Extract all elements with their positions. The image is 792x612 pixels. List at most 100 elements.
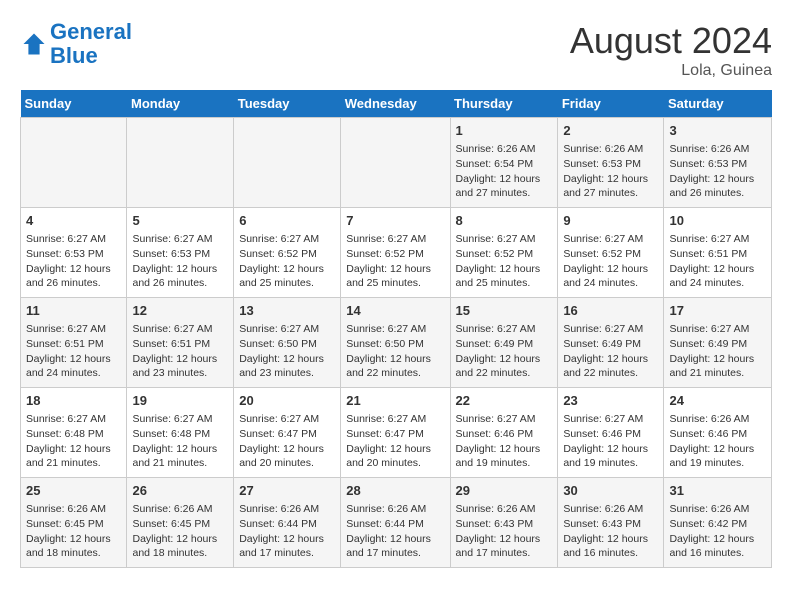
calendar-week-row: 18 Sunrise: 6:27 AM Sunset: 6:48 PM Dayli… xyxy=(21,388,772,478)
logo-line1: General xyxy=(50,19,132,44)
day-number: 23 xyxy=(563,392,658,410)
day-of-week-header: Saturday xyxy=(664,90,772,118)
day-number: 11 xyxy=(26,302,121,320)
calendar-day-cell: 24 Sunrise: 6:26 AM Sunset: 6:46 PM Dayli… xyxy=(664,388,772,478)
day-number: 28 xyxy=(346,482,444,500)
logo: General Blue xyxy=(20,20,132,68)
day-number: 26 xyxy=(132,482,228,500)
day-of-week-header: Thursday xyxy=(450,90,558,118)
day-info: Sunrise: 6:27 AM Sunset: 6:47 PM Dayligh… xyxy=(239,412,335,471)
calendar-day-cell: 31 Sunrise: 6:26 AM Sunset: 6:42 PM Dayli… xyxy=(664,478,772,568)
calendar-day-cell: 18 Sunrise: 6:27 AM Sunset: 6:48 PM Dayli… xyxy=(21,388,127,478)
day-number: 2 xyxy=(563,122,658,140)
calendar-day-cell: 25 Sunrise: 6:26 AM Sunset: 6:45 PM Dayli… xyxy=(21,478,127,568)
calendar-day-cell: 20 Sunrise: 6:27 AM Sunset: 6:47 PM Dayli… xyxy=(234,388,341,478)
day-number: 25 xyxy=(26,482,121,500)
logo-icon xyxy=(20,30,48,58)
calendar-day-cell: 21Sunrise: 6:27 AM Sunset: 6:47 PM Dayli… xyxy=(341,388,450,478)
day-info: Sunrise: 6:27 AM Sunset: 6:52 PM Dayligh… xyxy=(563,232,658,291)
calendar-day-cell xyxy=(234,118,341,208)
day-number: 14 xyxy=(346,302,444,320)
calendar-day-cell: 13Sunrise: 6:27 AM Sunset: 6:50 PM Dayli… xyxy=(234,298,341,388)
day-info: Sunrise: 6:26 AM Sunset: 6:43 PM Dayligh… xyxy=(563,502,658,561)
day-info: Sunrise: 6:27 AM Sunset: 6:48 PM Dayligh… xyxy=(26,412,121,471)
day-info: Sunrise: 6:27 AM Sunset: 6:52 PM Dayligh… xyxy=(346,232,444,291)
calendar-day-cell: 8Sunrise: 6:27 AM Sunset: 6:52 PM Daylig… xyxy=(450,208,558,298)
calendar-day-cell: 7 Sunrise: 6:27 AM Sunset: 6:52 PM Daylig… xyxy=(341,208,450,298)
day-info: Sunrise: 6:27 AM Sunset: 6:53 PM Dayligh… xyxy=(26,232,121,291)
calendar-day-cell: 14Sunrise: 6:27 AM Sunset: 6:50 PM Dayli… xyxy=(341,298,450,388)
calendar-table: SundayMondayTuesdayWednesdayThursdayFrid… xyxy=(20,90,772,568)
title-area: August 2024 Lola, Guinea xyxy=(570,20,772,80)
day-number: 12 xyxy=(132,302,228,320)
logo-line2: Blue xyxy=(50,43,98,68)
day-of-week-header: Sunday xyxy=(21,90,127,118)
day-info: Sunrise: 6:26 AM Sunset: 6:42 PM Dayligh… xyxy=(669,502,766,561)
month-title: August 2024 xyxy=(570,20,772,62)
day-number: 15 xyxy=(456,302,553,320)
calendar-day-cell xyxy=(127,118,234,208)
day-info: Sunrise: 6:27 AM Sunset: 6:49 PM Dayligh… xyxy=(563,322,658,381)
day-of-week-header: Friday xyxy=(558,90,664,118)
day-info: Sunrise: 6:26 AM Sunset: 6:46 PM Dayligh… xyxy=(669,412,766,471)
day-info: Sunrise: 6:26 AM Sunset: 6:54 PM Dayligh… xyxy=(456,142,553,201)
day-number: 29 xyxy=(456,482,553,500)
day-of-week-header: Tuesday xyxy=(234,90,341,118)
day-info: Sunrise: 6:27 AM Sunset: 6:46 PM Dayligh… xyxy=(456,412,553,471)
day-info: Sunrise: 6:26 AM Sunset: 6:44 PM Dayligh… xyxy=(239,502,335,561)
day-number: 31 xyxy=(669,482,766,500)
day-number: 1 xyxy=(456,122,553,140)
calendar-day-cell: 5 Sunrise: 6:27 AM Sunset: 6:53 PM Daylig… xyxy=(127,208,234,298)
location-subtitle: Lola, Guinea xyxy=(570,62,772,80)
day-number: 24 xyxy=(669,392,766,410)
day-number: 20 xyxy=(239,392,335,410)
day-number: 17 xyxy=(669,302,766,320)
calendar-day-cell: 26 Sunrise: 6:26 AM Sunset: 6:45 PM Dayli… xyxy=(127,478,234,568)
day-number: 10 xyxy=(669,212,766,230)
calendar-day-cell: 30 Sunrise: 6:26 AM Sunset: 6:43 PM Dayli… xyxy=(558,478,664,568)
calendar-day-cell: 9 Sunrise: 6:27 AM Sunset: 6:52 PM Daylig… xyxy=(558,208,664,298)
calendar-day-cell: 29Sunrise: 6:26 AM Sunset: 6:43 PM Dayli… xyxy=(450,478,558,568)
day-number: 9 xyxy=(563,212,658,230)
day-info: Sunrise: 6:26 AM Sunset: 6:44 PM Dayligh… xyxy=(346,502,444,561)
day-info: Sunrise: 6:27 AM Sunset: 6:46 PM Dayligh… xyxy=(563,412,658,471)
day-number: 22 xyxy=(456,392,553,410)
calendar-week-row: 1 Sunrise: 6:26 AM Sunset: 6:54 PM Daylig… xyxy=(21,118,772,208)
day-info: Sunrise: 6:26 AM Sunset: 6:45 PM Dayligh… xyxy=(132,502,228,561)
day-info: Sunrise: 6:27 AM Sunset: 6:50 PM Dayligh… xyxy=(239,322,335,381)
calendar-week-row: 25 Sunrise: 6:26 AM Sunset: 6:45 PM Dayli… xyxy=(21,478,772,568)
day-number: 4 xyxy=(26,212,121,230)
day-info: Sunrise: 6:27 AM Sunset: 6:51 PM Dayligh… xyxy=(132,322,228,381)
day-info: Sunrise: 6:27 AM Sunset: 6:52 PM Dayligh… xyxy=(239,232,335,291)
calendar-day-cell: 12 Sunrise: 6:27 AM Sunset: 6:51 PM Dayli… xyxy=(127,298,234,388)
calendar-week-row: 11 Sunrise: 6:27 AM Sunset: 6:51 PM Dayli… xyxy=(21,298,772,388)
day-number: 18 xyxy=(26,392,121,410)
calendar-day-cell: 19 Sunrise: 6:27 AM Sunset: 6:48 PM Dayli… xyxy=(127,388,234,478)
day-info: Sunrise: 6:26 AM Sunset: 6:53 PM Dayligh… xyxy=(669,142,766,201)
logo-text: General Blue xyxy=(50,20,132,68)
calendar-day-cell: 3Sunrise: 6:26 AM Sunset: 6:53 PM Daylig… xyxy=(664,118,772,208)
day-info: Sunrise: 6:27 AM Sunset: 6:47 PM Dayligh… xyxy=(346,412,444,471)
day-number: 30 xyxy=(563,482,658,500)
day-of-week-header: Monday xyxy=(127,90,234,118)
calendar-week-row: 4 Sunrise: 6:27 AM Sunset: 6:53 PM Daylig… xyxy=(21,208,772,298)
calendar-day-cell: 23 Sunrise: 6:27 AM Sunset: 6:46 PM Dayli… xyxy=(558,388,664,478)
day-info: Sunrise: 6:27 AM Sunset: 6:53 PM Dayligh… xyxy=(132,232,228,291)
page-header: General Blue August 2024 Lola, Guinea xyxy=(20,20,772,80)
day-info: Sunrise: 6:27 AM Sunset: 6:49 PM Dayligh… xyxy=(456,322,553,381)
day-number: 19 xyxy=(132,392,228,410)
calendar-day-cell xyxy=(341,118,450,208)
day-info: Sunrise: 6:26 AM Sunset: 6:53 PM Dayligh… xyxy=(563,142,658,201)
calendar-day-cell: 4 Sunrise: 6:27 AM Sunset: 6:53 PM Daylig… xyxy=(21,208,127,298)
day-number: 16 xyxy=(563,302,658,320)
calendar-day-cell: 1 Sunrise: 6:26 AM Sunset: 6:54 PM Daylig… xyxy=(450,118,558,208)
calendar-day-cell: 2 Sunrise: 6:26 AM Sunset: 6:53 PM Daylig… xyxy=(558,118,664,208)
day-info: Sunrise: 6:26 AM Sunset: 6:45 PM Dayligh… xyxy=(26,502,121,561)
day-number: 7 xyxy=(346,212,444,230)
day-info: Sunrise: 6:27 AM Sunset: 6:48 PM Dayligh… xyxy=(132,412,228,471)
day-number: 5 xyxy=(132,212,228,230)
day-info: Sunrise: 6:27 AM Sunset: 6:49 PM Dayligh… xyxy=(669,322,766,381)
calendar-header-row: SundayMondayTuesdayWednesdayThursdayFrid… xyxy=(21,90,772,118)
calendar-day-cell: 16 Sunrise: 6:27 AM Sunset: 6:49 PM Dayli… xyxy=(558,298,664,388)
calendar-day-cell: 10Sunrise: 6:27 AM Sunset: 6:51 PM Dayli… xyxy=(664,208,772,298)
